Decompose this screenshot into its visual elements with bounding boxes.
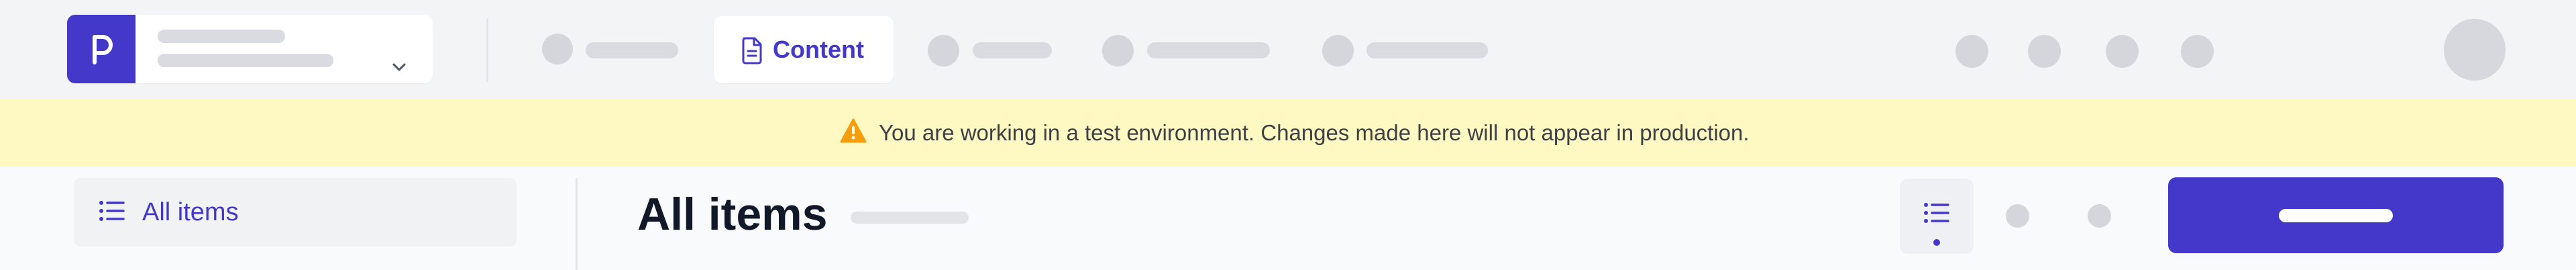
workspace-subtitle-placeholder: [158, 54, 333, 67]
p-logo-icon: [93, 35, 113, 64]
sidebar-divider: [576, 178, 578, 270]
sidebar-item-all-items[interactable]: All items: [74, 178, 517, 246]
workspace-switcher[interactable]: [67, 15, 433, 83]
avatar[interactable]: [2444, 19, 2506, 81]
utility-icon-placeholder[interactable]: [1955, 35, 1988, 68]
list-view-button[interactable]: [1900, 179, 1974, 254]
nav-item-label-placeholder[interactable]: [1147, 42, 1270, 58]
primary-action-label-placeholder: [2279, 209, 2393, 222]
nav-item-icon-placeholder[interactable]: [542, 34, 573, 64]
tab-content[interactable]: Content: [714, 16, 894, 83]
primary-action-button[interactable]: [2168, 177, 2504, 253]
view-option-placeholder[interactable]: [2006, 204, 2029, 228]
top-bar: Content: [0, 0, 2576, 99]
sidebar-item-label: All items: [142, 198, 239, 226]
utility-icon-placeholder[interactable]: [2028, 35, 2061, 68]
banner-message: You are working in a test environment. C…: [879, 120, 1750, 145]
chevron-down-icon: [392, 63, 406, 71]
tab-content-label: Content: [773, 36, 864, 63]
view-option-placeholder[interactable]: [2088, 204, 2111, 228]
workspace-name-placeholder: [158, 30, 285, 43]
item-count-placeholder: [851, 212, 969, 224]
document-icon: [742, 37, 762, 64]
nav-item-icon-placeholder[interactable]: [1322, 35, 1354, 66]
test-environment-banner: You are working in a test environment. C…: [0, 99, 2576, 167]
nav-item-icon-placeholder[interactable]: [1102, 35, 1134, 66]
nav-item-label-placeholder[interactable]: [586, 42, 678, 58]
active-view-indicator: [1933, 239, 1940, 246]
nav-item-label-placeholder[interactable]: [973, 42, 1052, 58]
list-view-icon: [1924, 203, 1949, 223]
nav-item-icon-placeholder[interactable]: [928, 35, 959, 66]
utility-icon-placeholder[interactable]: [2181, 35, 2214, 68]
utility-icon-placeholder[interactable]: [2106, 35, 2139, 68]
page-title: All items: [637, 189, 828, 240]
warning-triangle-icon: [840, 118, 867, 143]
content-area: All items All items: [0, 167, 2576, 270]
header-divider: [486, 18, 488, 82]
list-icon: [99, 201, 125, 221]
workspace-logo: [67, 15, 136, 83]
nav-item-label-placeholder[interactable]: [1366, 42, 1488, 58]
